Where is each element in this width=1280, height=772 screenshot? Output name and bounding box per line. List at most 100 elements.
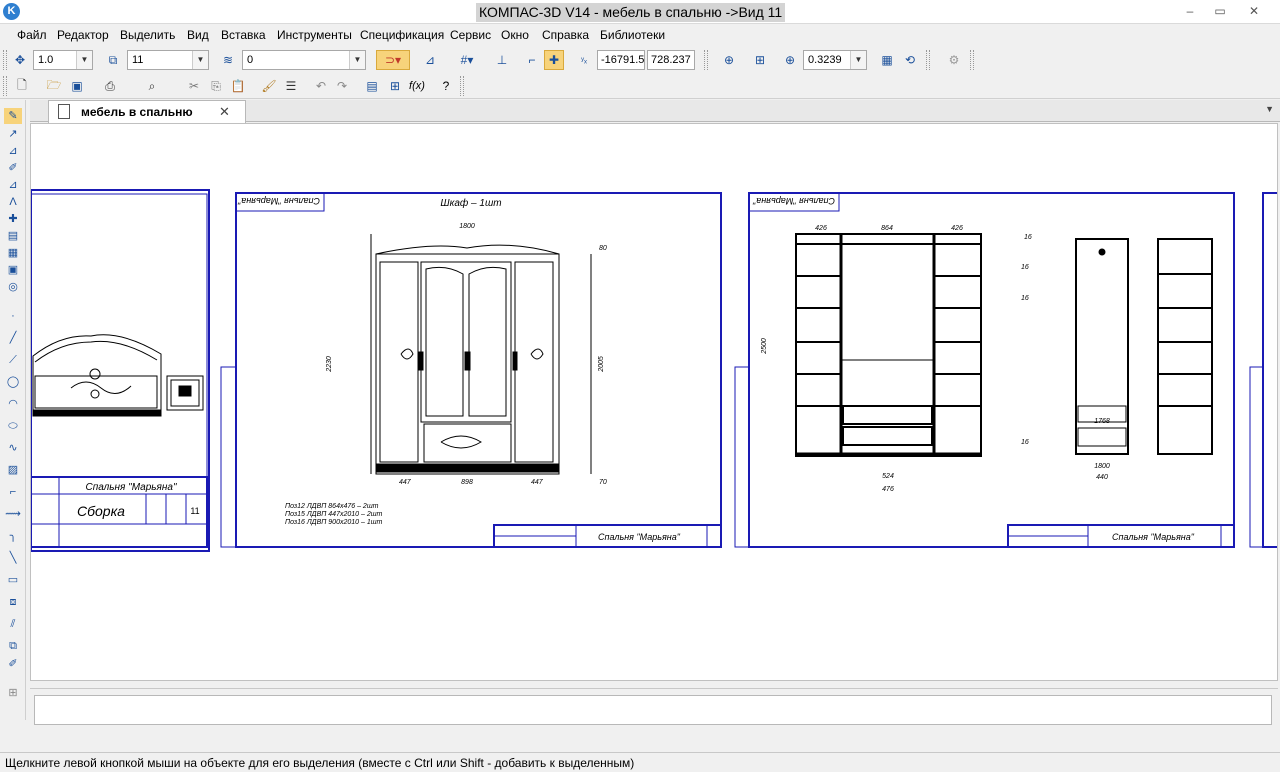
spec-icon[interactable]: ▤ (4, 228, 22, 244)
toolbar-grip[interactable] (704, 50, 708, 70)
editing-icon[interactable]: ✐ (4, 160, 22, 176)
parametrization-icon[interactable]: ⊿ (4, 177, 22, 193)
menu-help[interactable]: Справка (542, 28, 589, 42)
menu-service[interactable]: Сервис (450, 28, 491, 42)
views-icon[interactable]: ⧉ (103, 50, 123, 70)
chevron-down-icon[interactable]: ▼ (850, 51, 866, 69)
geometry-icon[interactable]: ✎ (4, 108, 22, 124)
grid-icon[interactable]: #▾ (452, 50, 482, 70)
library-manager-icon[interactable]: ▤ (362, 76, 382, 96)
properties-icon[interactable]: ⚙ (944, 50, 964, 70)
tabs-menu-icon[interactable]: ▼ (1265, 104, 1274, 114)
insert-icon[interactable]: ▣ (4, 262, 22, 278)
drawing-svg[interactable]: Спальня "Марьяна" Сборка 11 Спальня "Мар… (31, 124, 1278, 681)
redo-icon[interactable]: ↷ (332, 76, 352, 96)
tab-close-icon[interactable]: ✕ (219, 104, 230, 120)
zoom-fit-icon[interactable]: ▦ (877, 50, 897, 70)
spline-icon[interactable]: ∿ (4, 440, 22, 456)
trim-icon[interactable]: ╲ (4, 550, 22, 566)
toolbar-grip[interactable] (970, 50, 974, 70)
title-block-label-2: Спальня "Марьяна" (598, 532, 681, 542)
zoom-select[interactable]: 0.3239 ▼ (803, 50, 867, 70)
format-painter-icon[interactable]: 🖌 (259, 76, 279, 96)
restore-button[interactable]: ▭ (1208, 2, 1232, 20)
toolbar-grip[interactable] (3, 50, 7, 70)
layers-icon[interactable]: ≋ (218, 50, 238, 70)
menu-libraries[interactable]: Библиотеки (600, 28, 665, 42)
tab-document[interactable]: мебель в спальню ✕ (48, 100, 246, 123)
reports-icon[interactable]: ▦ (4, 245, 22, 261)
dimensions-icon[interactable]: ↗ (4, 126, 22, 142)
measure-icon[interactable]: Λ (4, 194, 22, 210)
minimize-button[interactable]: ‒ (1178, 2, 1202, 20)
zoom-frame-icon[interactable]: ⊞ (750, 50, 770, 70)
paste-icon[interactable]: 📋 (228, 76, 248, 96)
toolbar-grip[interactable] (3, 76, 7, 96)
chevron-down-icon[interactable]: ▼ (349, 51, 365, 69)
undo-icon[interactable]: ↶ (311, 76, 331, 96)
chevron-down-icon[interactable]: ▼ (192, 51, 208, 69)
preview-icon[interactable]: ⌕ (142, 76, 162, 96)
menu-editor[interactable]: Редактор (57, 28, 109, 42)
contour-icon[interactable]: ⧈ (4, 594, 22, 610)
views-icon[interactable]: ◎ (4, 279, 22, 295)
layer-value: 0 (247, 54, 254, 66)
spec-object-icon[interactable]: ✐ (4, 656, 22, 672)
menu-select[interactable]: Выделить (120, 28, 175, 42)
menu-file[interactable]: Файл (17, 28, 47, 42)
open-file-icon[interactable]: 🗁 (44, 76, 64, 96)
redraw-icon[interactable]: ⟲ (900, 50, 920, 70)
new-file-icon[interactable]: 🗋 (12, 76, 32, 96)
print-icon[interactable]: ⎙ (100, 76, 120, 96)
menu-specification[interactable]: Спецификация (360, 28, 444, 42)
cursor-coords-icon[interactable]: ✥ (10, 50, 30, 70)
help-icon[interactable]: ? (436, 76, 456, 96)
hatch-icon[interactable]: ▨ (4, 462, 22, 478)
copy-icon[interactable]: ⎘ (206, 76, 226, 96)
save-icon[interactable]: ▣ (67, 76, 87, 96)
coord-y-field[interactable]: 728.237 (647, 50, 695, 70)
zoom-window-icon[interactable]: ⊕ (719, 50, 739, 70)
variables-icon[interactable]: ⊞ (385, 76, 405, 96)
menu-tools[interactable]: Инструменты (277, 28, 352, 42)
toolbar-grip[interactable] (926, 50, 930, 70)
fillet-icon[interactable]: ╮ (4, 528, 22, 544)
close-button[interactable]: ✕ (1242, 2, 1266, 20)
polyline-icon[interactable]: ⟿ (4, 506, 22, 522)
menu-view[interactable]: Вид (187, 28, 209, 42)
drawing-canvas[interactable]: Спальня "Марьяна" Сборка 11 Спальня "Мар… (30, 123, 1278, 681)
ellipse-icon[interactable]: ⬭ (4, 418, 22, 434)
designations-icon[interactable]: ⊿ (4, 143, 22, 159)
segment-icon[interactable]: ⟋ (4, 352, 22, 368)
kompas-logo-icon[interactable]: K (3, 3, 20, 20)
view-number-select[interactable]: 11 ▼ (127, 50, 209, 70)
cut-icon[interactable]: ✂ (184, 76, 204, 96)
ortho-icon[interactable]: ⌐ (522, 50, 542, 70)
line-icon[interactable]: ╱ (4, 330, 22, 346)
local-cs-icon[interactable]: ⊥ (492, 50, 512, 70)
equidistant-icon[interactable]: ⫽ (4, 616, 22, 632)
snap-mode-icon[interactable]: ⊿ (420, 50, 440, 70)
fx-icon[interactable]: f(x) (407, 76, 427, 96)
zoom-in-icon[interactable]: ⊕ (780, 50, 800, 70)
chevron-down-icon[interactable]: ▼ (76, 51, 92, 69)
expand-icon[interactable]: ⊞ (4, 685, 22, 701)
fragment-icon[interactable]: ⧉ (4, 638, 22, 654)
chamfer-icon[interactable]: ⌐ (4, 484, 22, 500)
manager-icon[interactable]: ☰ (281, 76, 301, 96)
property-panel-area[interactable] (34, 695, 1272, 725)
select-icon[interactable]: ✚ (4, 211, 22, 227)
assembly-title: Сборка (77, 503, 125, 519)
coord-x-field[interactable]: -16791.5 (597, 50, 645, 70)
magnet-snap-icon[interactable]: ⊃▾ (376, 50, 410, 70)
round-icon[interactable]: ✚ (544, 50, 564, 70)
circle-icon[interactable]: ◯ (4, 374, 22, 390)
layer-select[interactable]: 0 ▼ (242, 50, 366, 70)
rectangle-icon[interactable]: ▭ (4, 572, 22, 588)
arc-icon[interactable]: ◠ (4, 396, 22, 412)
point-icon[interactable]: · (4, 308, 22, 324)
menu-window[interactable]: Окно (501, 28, 529, 42)
line-scale-select[interactable]: 1.0 ▼ (33, 50, 93, 70)
menu-insert[interactable]: Вставка (221, 28, 266, 42)
toolbar-grip[interactable] (460, 76, 464, 96)
